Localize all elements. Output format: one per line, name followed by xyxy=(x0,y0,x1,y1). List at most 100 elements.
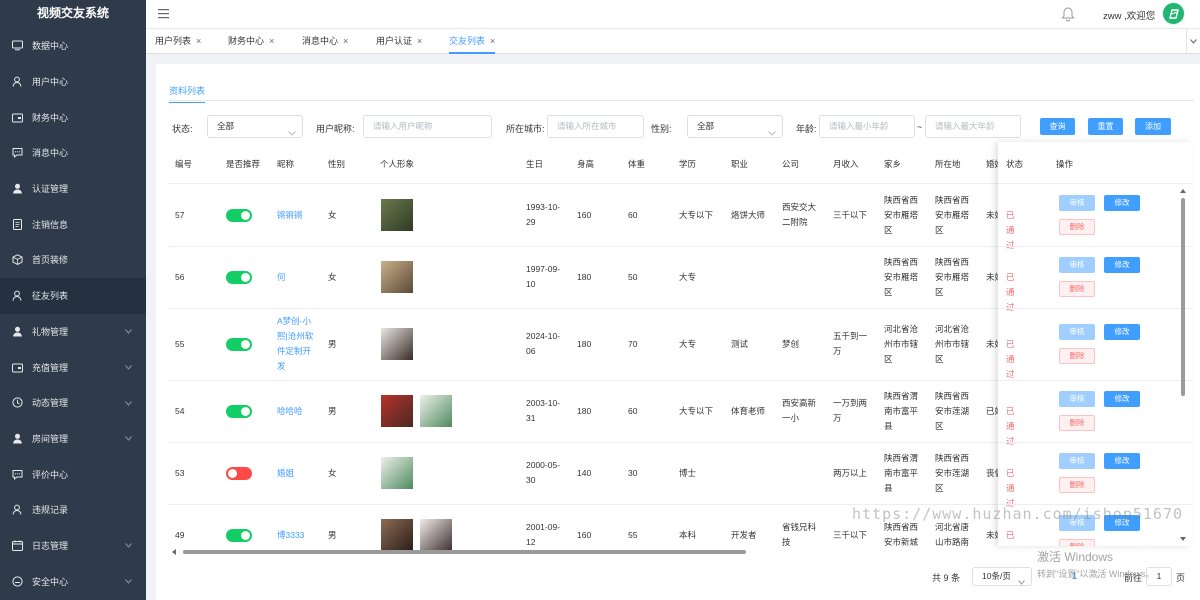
sidebar-item[interactable]: 数据中心 xyxy=(0,28,146,64)
delete-button[interactable]: 删除 xyxy=(1059,477,1095,493)
profile-image[interactable] xyxy=(381,395,413,427)
edit-button[interactable]: 修改 xyxy=(1104,257,1140,273)
edit-button[interactable]: 修改 xyxy=(1104,324,1140,340)
tab[interactable]: 用户列表 × xyxy=(155,29,201,54)
bell-icon[interactable] xyxy=(1060,6,1076,24)
delete-button[interactable]: 删除 xyxy=(1059,539,1095,546)
table-cell: 未婚 xyxy=(986,529,998,540)
table-cell[interactable]: 哈哈哈 xyxy=(277,404,303,419)
sidebar-item[interactable]: 用户中心 xyxy=(0,64,146,100)
hamburger-icon[interactable] xyxy=(158,8,170,21)
table-cell: 2003-10- xyxy=(526,398,561,408)
gender-select-value: 全部 xyxy=(697,121,715,131)
tab[interactable]: 财务中心 × xyxy=(228,29,274,54)
recommend-switch[interactable] xyxy=(226,528,252,542)
sidebar-item[interactable]: 礼物管理 xyxy=(0,314,146,350)
sidebar-item[interactable]: 动态管理 xyxy=(0,385,146,421)
nickname-input[interactable]: 请输入用户昵称 xyxy=(363,115,492,138)
table-cell: 安市莲湖 xyxy=(935,405,970,416)
audit-button[interactable]: 审核 xyxy=(1059,324,1095,340)
reset-button[interactable]: 重置 xyxy=(1088,118,1123,135)
table-header: 状态 xyxy=(1006,159,1024,169)
page-size-select[interactable]: 10条/页 xyxy=(972,567,1032,586)
edit-button[interactable]: 修改 xyxy=(1104,453,1140,469)
status-label: 状态: xyxy=(172,124,193,134)
table-cell: 陕西省西 xyxy=(935,256,970,267)
table-cell[interactable]: 锵锵锵 xyxy=(277,208,303,223)
delete-button[interactable]: 删除 xyxy=(1059,219,1095,235)
table-cell: 大专以下 xyxy=(679,405,714,416)
profile-image[interactable] xyxy=(381,457,413,489)
tab[interactable]: 用户认证 × xyxy=(376,29,422,54)
recommend-switch[interactable] xyxy=(226,270,252,284)
sidebar-item[interactable]: 安全中心 xyxy=(0,563,146,599)
sidebar-item[interactable]: 违规记录 xyxy=(0,492,146,528)
avatar[interactable] xyxy=(1162,2,1185,25)
profile-image[interactable] xyxy=(381,261,413,293)
sidebar-item-label: 礼物管理 xyxy=(32,326,69,337)
sidebar-item-label: 认证管理 xyxy=(32,184,69,195)
profile-image[interactable] xyxy=(420,395,452,427)
vertical-scrollbar[interactable] xyxy=(1178,186,1188,546)
recommend-switch[interactable] xyxy=(226,404,252,418)
table-cell[interactable]: 何 xyxy=(277,270,286,285)
audit-button[interactable]: 审核 xyxy=(1059,257,1095,273)
profile-image[interactable] xyxy=(381,199,413,231)
recommend-switch[interactable] xyxy=(226,208,252,222)
delete-button[interactable]: 删除 xyxy=(1059,348,1095,364)
age-max-input[interactable]: 请输入最大年龄 xyxy=(925,115,1021,138)
close-icon[interactable]: × xyxy=(417,36,422,46)
profile-image[interactable] xyxy=(381,328,413,360)
table-cell[interactable]: A梦创-小 xyxy=(277,314,311,329)
close-icon[interactable]: × xyxy=(490,36,495,46)
sidebar-item[interactable]: 征友列表 xyxy=(0,277,146,314)
city-input[interactable]: 请输入所在城市 xyxy=(547,115,644,138)
table-cell: 180 xyxy=(577,405,592,416)
sidebar-item[interactable]: 消息中心 xyxy=(0,135,146,171)
table-cell: 陕西省西 xyxy=(884,194,919,205)
age-min-input[interactable]: 请输入最小年龄 xyxy=(819,115,915,138)
tab[interactable]: 消息中心 × xyxy=(302,29,348,54)
gender-select[interactable]: 全部 xyxy=(687,115,783,138)
sidebar-item[interactable]: 充值管理 xyxy=(0,349,146,385)
tab[interactable]: 交友列表 × xyxy=(449,29,496,54)
close-icon[interactable]: × xyxy=(343,36,348,46)
recommend-switch[interactable] xyxy=(226,337,252,351)
city-label: 所在城市: xyxy=(506,124,545,134)
audit-button[interactable]: 审核 xyxy=(1059,453,1095,469)
sidebar-item[interactable]: 日志管理 xyxy=(0,528,146,564)
sidebar-item[interactable]: 首页装修 xyxy=(0,242,146,278)
table-cell: 西安交大 xyxy=(782,202,817,212)
table-header: 是否推荐 xyxy=(226,159,261,169)
app-title: 视频交友系统 xyxy=(36,6,109,20)
sidebar-item[interactable]: 财务中心 xyxy=(0,99,146,135)
recommend-switch[interactable] xyxy=(226,466,252,480)
close-icon[interactable]: × xyxy=(196,36,201,46)
delete-button[interactable]: 删除 xyxy=(1059,281,1095,297)
table-cell[interactable]: 件定制开 xyxy=(277,344,311,359)
nickname-label: 用户昵称: xyxy=(316,124,355,134)
table-cell[interactable]: 发 xyxy=(277,359,286,374)
close-icon[interactable]: × xyxy=(269,36,274,46)
edit-button[interactable]: 修改 xyxy=(1104,195,1140,211)
profile-image[interactable] xyxy=(381,519,413,551)
table-cell[interactable]: 婚姐 xyxy=(277,466,294,481)
add-button[interactable]: 添加 xyxy=(1135,118,1171,135)
horizontal-scrollbar[interactable] xyxy=(169,548,999,556)
sidebar-item[interactable]: 评价中心 xyxy=(0,456,146,492)
status-select[interactable]: 全部 xyxy=(207,115,303,138)
tabs-scroll-icon[interactable] xyxy=(1186,29,1200,54)
profile-image[interactable] xyxy=(420,519,452,551)
audit-button[interactable]: 审核 xyxy=(1059,195,1095,211)
delete-button[interactable]: 删除 xyxy=(1059,415,1095,431)
audit-button[interactable]: 审核 xyxy=(1059,391,1095,407)
table-cell[interactable]: 熙|沧州软 xyxy=(277,329,313,344)
query-button[interactable]: 查询 xyxy=(1040,118,1075,135)
sidebar-item[interactable]: 认证管理 xyxy=(0,171,146,207)
table-cell[interactable]: 博3333 xyxy=(277,528,304,543)
sidebar-item[interactable]: 房间管理 xyxy=(0,421,146,457)
table-cell: 男 xyxy=(328,529,337,540)
edit-button[interactable]: 修改 xyxy=(1104,391,1140,407)
sidebar-item[interactable]: 注销信息 xyxy=(0,206,146,242)
row-divider xyxy=(998,246,1192,247)
